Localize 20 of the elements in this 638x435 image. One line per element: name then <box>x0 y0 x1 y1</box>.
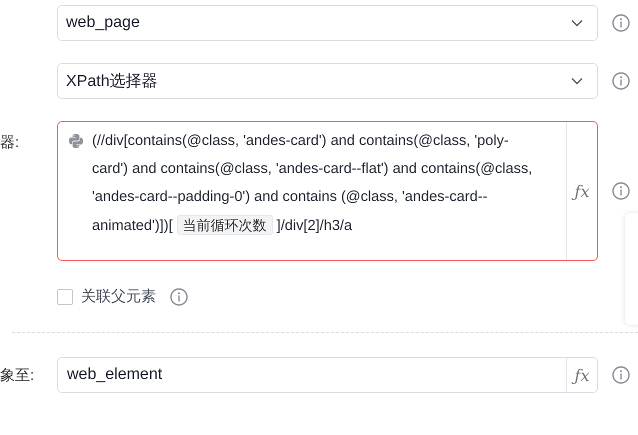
field-label: 器: <box>0 133 20 152</box>
python-icon <box>68 133 84 149</box>
field-label: 象至: <box>0 366 34 384</box>
checkbox[interactable] <box>57 288 73 304</box>
info-icon[interactable] <box>612 72 630 90</box>
info-icon[interactable] <box>612 182 630 200</box>
checkbox-label: 关联父元素 <box>81 287 156 306</box>
dropdown[interactable]: web_page <box>57 5 598 41</box>
info-icon[interactable] <box>612 14 630 32</box>
info-icon[interactable] <box>612 366 630 384</box>
chevron-down-icon <box>571 19 583 27</box>
info-icon[interactable] <box>170 288 188 306</box>
input-field[interactable]: web_element ƒx <box>57 357 598 393</box>
chevron-down-icon <box>571 77 583 85</box>
dropdown[interactable]: XPath选择器 <box>57 63 598 99</box>
xpath-field[interactable] <box>57 121 598 261</box>
variable-tag[interactable]: 当前循环次数 <box>176 215 273 235</box>
xpath-expression: (//div[contains(@class, 'andes-card') and contains(@class, 'poly-card') and contains(@class, 'andes-card--flat') and contains(@class, 'andes-card--padding-0') and contains (@class, 'andes-card--animated')])[ 当前循环次数 ]/div[2]/h3/a <box>92 132 534 237</box>
formula-button[interactable]: ƒx <box>566 122 597 260</box>
formula-button[interactable]: ƒx <box>566 358 597 392</box>
